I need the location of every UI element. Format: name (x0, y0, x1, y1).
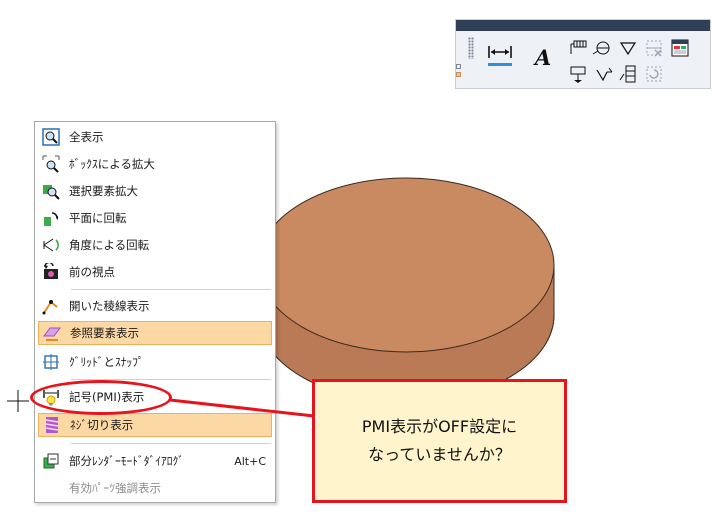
empty-icon-slot (42, 479, 60, 497)
menu-item-previous-view[interactable]: 前の視点 (38, 260, 272, 284)
menu-item-box-zoom[interactable]: ﾎﾞｯｸｽによる拡大 (38, 152, 272, 176)
menu-item-label: 参照要素表示 (70, 326, 139, 340)
datum-target-icon[interactable] (591, 38, 611, 58)
menu-separator (71, 443, 271, 444)
callout-box: PMI表示がOFF設定に なっていませんか？ (312, 379, 567, 503)
geometric-tolerance-icon[interactable] (618, 64, 638, 84)
menu-item-label: ﾈｼﾞ切り表示 (70, 418, 134, 432)
menu-item-label: 前の視点 (69, 265, 115, 279)
menu-item-open-edge[interactable]: 開いた稜線表示 (38, 294, 272, 318)
menu-item-label: 選択要素拡大 (69, 184, 138, 198)
partial-render-icon (42, 452, 60, 470)
menu-item-partial-render[interactable]: 部分ﾚﾝﾀﾞｰﾓｰﾄﾞﾀﾞｲｱﾛｸﾞ Alt+C (38, 449, 272, 473)
text-annotation-glyph: A (534, 44, 552, 70)
callout-line-1: PMI表示がOFF設定に (361, 417, 518, 436)
previous-view-icon (42, 263, 60, 281)
menu-item-reference-element[interactable]: 参照要素表示 (38, 321, 272, 345)
menu-item-grid-snap[interactable]: ｸﾞﾘｯﾄﾞとｽﾅｯﾌﾟ (38, 350, 272, 374)
dimension-icon[interactable] (486, 42, 514, 68)
menu-separator (71, 289, 271, 290)
menu-item-zoom-selected[interactable]: 選択要素拡大 (38, 179, 272, 203)
menu-item-label: 開いた稜線表示 (69, 299, 150, 313)
weld-symbol-icon[interactable] (594, 64, 614, 84)
rotate-to-plane-icon (42, 209, 60, 227)
thread-display-icon (43, 416, 61, 434)
toolbar-grip[interactable] (468, 37, 474, 59)
dimension-delete-icon (644, 38, 664, 58)
table-window-icon[interactable] (670, 38, 690, 58)
menu-item-shortcut: Alt+C (234, 454, 266, 468)
menu-item-rotate-by-angle[interactable]: 角度による回転 (38, 233, 272, 257)
menu-item-label: 平面に回転 (69, 211, 127, 225)
pmi-toolbar: A (455, 19, 711, 89)
open-edge-icon (42, 297, 60, 315)
datum-feature-icon[interactable] (568, 64, 588, 84)
menu-item-label: 部分ﾚﾝﾀﾞｰﾓｰﾄﾞﾀﾞｲｱﾛｸﾞ (69, 454, 184, 468)
dimension-update-icon (644, 64, 664, 84)
menu-item-thread-display[interactable]: ﾈｼﾞ切り表示 (38, 413, 272, 437)
context-menu: 全表示 ﾎﾞｯｸｽによる拡大 選択要素拡大 平面に回転 角度による回転 前の視点 (34, 121, 276, 503)
menu-item-rotate-to-plane[interactable]: 平面に回転 (38, 206, 272, 230)
toolbar-titlebar[interactable] (456, 20, 710, 31)
box-zoom-icon (42, 155, 60, 173)
menu-item-label: 有効ﾊﾟｰﾂ強調表示 (69, 481, 161, 495)
highlight-ring (30, 380, 172, 415)
zoom-selected-icon (42, 182, 60, 200)
menu-item-label: ﾎﾞｯｸｽによる拡大 (69, 157, 155, 171)
toolbar-side-icons (456, 64, 461, 88)
menu-item-active-part-highlight: 有効ﾊﾟｰﾂ強調表示 (38, 476, 272, 500)
grid-snap-icon (42, 353, 60, 371)
callout-line-2: なっていませんか？ (368, 445, 511, 464)
menu-item-label: 角度による回転 (69, 238, 150, 252)
reference-element-icon (43, 324, 61, 342)
mouse-crosshair-icon (7, 390, 29, 412)
menu-item-label: ｸﾞﾘｯﾄﾞとｽﾅｯﾌﾟ (69, 355, 144, 369)
text-annotation-icon[interactable]: A (532, 44, 554, 70)
menu-item-fit-all[interactable]: 全表示 (38, 125, 272, 149)
rotate-by-angle-icon (42, 236, 60, 254)
surface-finish-icon[interactable] (618, 38, 638, 58)
fit-all-icon (42, 128, 60, 146)
menu-item-label: 全表示 (69, 130, 104, 144)
leader-note-icon[interactable] (568, 38, 588, 58)
